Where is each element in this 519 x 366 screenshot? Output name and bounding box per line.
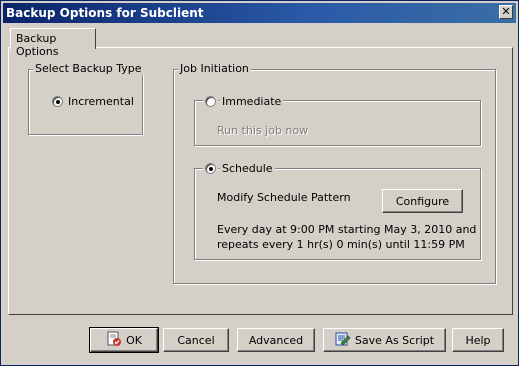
save-as-script-button-label: Save As Script <box>354 333 435 347</box>
save-script-icon <box>335 331 351 350</box>
save-as-script-button[interactable]: Save As Script <box>323 328 446 352</box>
radio-selected-dot <box>209 167 213 171</box>
close-button[interactable]: ✕ <box>499 5 513 19</box>
immediate-description: Run this job now <box>217 124 309 137</box>
immediate-radio[interactable] <box>203 94 218 109</box>
incremental-radio[interactable] <box>52 96 63 107</box>
cancel-button-label: Cancel <box>177 333 215 347</box>
window-title: Backup Options for Subclient <box>6 6 204 20</box>
immediate-label[interactable]: Immediate <box>220 95 284 108</box>
modify-schedule-pattern-label: Modify Schedule Pattern <box>217 191 351 204</box>
select-backup-type-legend: Select Backup Type <box>33 62 144 75</box>
job-initiation-legend: Job Initiation <box>178 62 251 75</box>
help-button-label: Help <box>465 333 491 347</box>
help-button[interactable]: Help <box>452 328 504 352</box>
incremental-label[interactable]: Incremental <box>68 95 134 108</box>
schedule-radio[interactable] <box>203 161 218 176</box>
title-bar[interactable]: Backup Options for Subclient ✕ <box>3 3 516 23</box>
dialog-window: Backup Options for Subclient ✕ Backup Op… <box>0 0 519 366</box>
close-icon: ✕ <box>501 5 511 18</box>
ok-icon <box>106 331 122 350</box>
schedule-summary-line-2: repeats every 1 hr(s) 0 min(s) until 11:… <box>217 238 465 251</box>
schedule-summary: Every day at 9:00 PM starting May 3, 201… <box>217 222 476 252</box>
configure-button-label: Configure <box>395 194 450 208</box>
cancel-button[interactable]: Cancel <box>163 328 229 352</box>
tab-label: Backup Options <box>16 32 59 58</box>
advanced-button-label: Advanced <box>248 333 304 347</box>
radio-selected-dot <box>56 100 60 104</box>
tab-backup-options[interactable]: Backup Options <box>10 28 96 58</box>
ok-button[interactable]: OK <box>89 327 159 353</box>
configure-button[interactable]: Configure <box>382 189 463 213</box>
ok-button-label: OK <box>126 333 142 347</box>
schedule-label[interactable]: Schedule <box>220 162 275 175</box>
schedule-summary-line-1: Every day at 9:00 PM starting May 3, 201… <box>217 223 477 236</box>
advanced-button[interactable]: Advanced <box>237 328 315 352</box>
